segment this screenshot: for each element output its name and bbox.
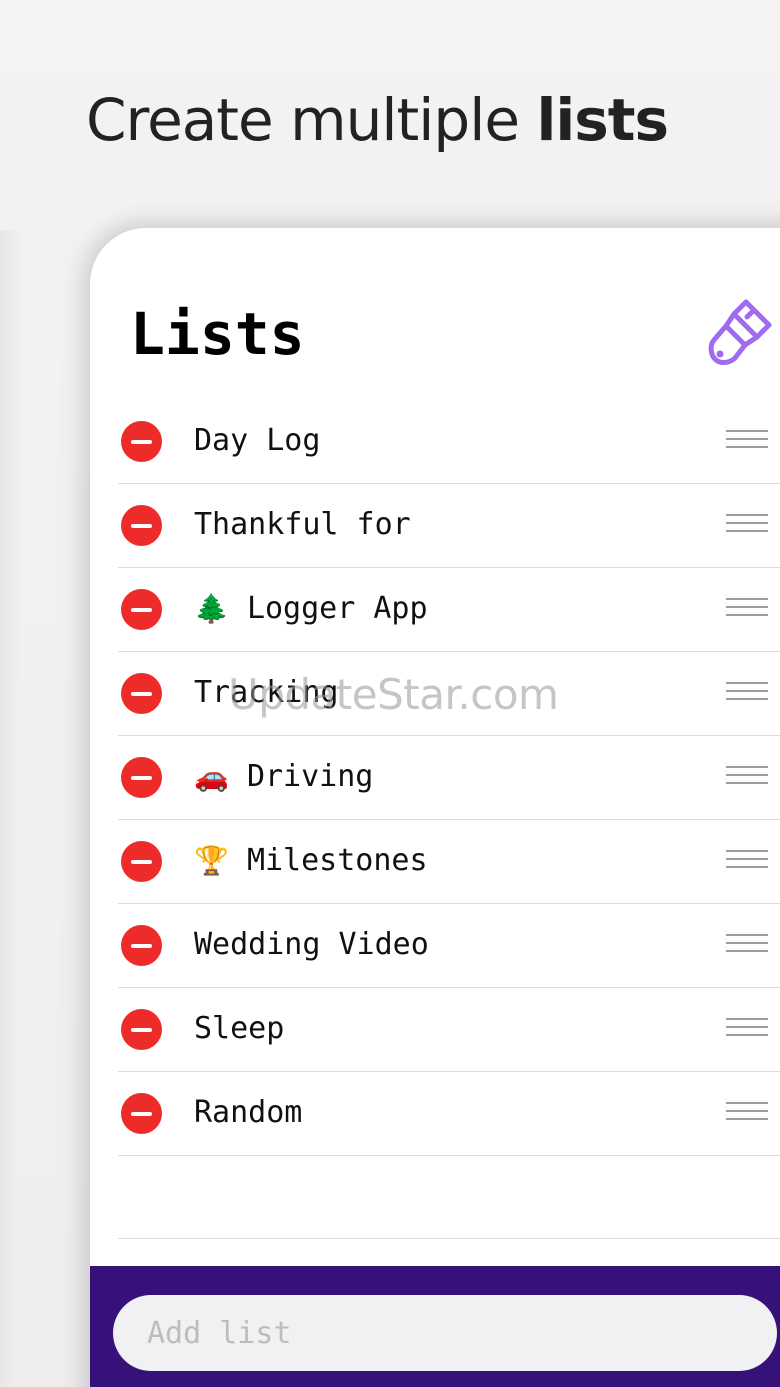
delete-minus-icon[interactable] — [121, 1009, 162, 1050]
list-item-label: 🌲 Logger App — [194, 591, 428, 626]
drag-handle-icon[interactable] — [726, 850, 768, 872]
marketing-headline: Create multiple lists — [86, 86, 669, 154]
list-item[interactable]: Sleep — [118, 988, 780, 1072]
delete-minus-icon[interactable] — [121, 505, 162, 546]
background-device-edge — [0, 230, 20, 1387]
drag-handle-icon[interactable] — [726, 682, 768, 704]
headline-regular: Create multiple — [86, 86, 537, 154]
list-item[interactable]: 🌲 Logger App — [118, 568, 780, 652]
drag-handle-icon[interactable] — [726, 934, 768, 956]
watermark-text: UpdateStar.com — [228, 670, 559, 719]
delete-minus-icon[interactable] — [121, 757, 162, 798]
list-item[interactable]: 🚗 Driving — [118, 736, 780, 820]
list-item[interactable]: Thankful for — [118, 484, 780, 568]
screenshot-page: Create multiple lists Lists Day Log Than… — [0, 0, 780, 1387]
drag-handle-icon[interactable] — [726, 598, 768, 620]
delete-minus-icon[interactable] — [121, 925, 162, 966]
list-item-label: 🏆 Milestones — [194, 843, 428, 878]
trophy-emoji-icon: 🏆 — [194, 844, 229, 877]
phone-screen: Lists Day Log Thankful for 🌲 Logger App … — [90, 228, 780, 1387]
list-item-label: 🚗 Driving — [194, 759, 374, 794]
drag-handle-icon[interactable] — [726, 1102, 768, 1124]
list-item[interactable]: 🏆 Milestones — [118, 820, 780, 904]
add-list-input[interactable] — [113, 1295, 777, 1371]
list-item-label: Random — [194, 1095, 303, 1130]
lists-list: Day Log Thankful for 🌲 Logger App Tracki… — [118, 400, 780, 1239]
list-item-label: Thankful for — [194, 507, 411, 542]
delete-minus-icon[interactable] — [121, 673, 162, 714]
empty-list-row — [118, 1156, 780, 1239]
list-item[interactable]: Random — [118, 1072, 780, 1156]
delete-minus-icon[interactable] — [121, 1093, 162, 1134]
delete-minus-icon[interactable] — [121, 589, 162, 630]
list-item-label: Wedding Video — [194, 927, 429, 962]
drag-handle-icon[interactable] — [726, 430, 768, 452]
paint-brush-icon[interactable] — [706, 296, 774, 368]
drag-handle-icon[interactable] — [726, 766, 768, 788]
car-emoji-icon: 🚗 — [194, 760, 229, 793]
tree-emoji-icon: 🌲 — [194, 592, 229, 625]
list-item[interactable]: Wedding Video — [118, 904, 780, 988]
delete-minus-icon[interactable] — [121, 421, 162, 462]
bottom-input-bar — [90, 1266, 780, 1387]
headline-bold: lists — [536, 86, 669, 154]
list-item-label: Day Log — [194, 423, 321, 458]
list-item-label: Sleep — [194, 1011, 285, 1046]
delete-minus-icon[interactable] — [121, 841, 162, 882]
drag-handle-icon[interactable] — [726, 1018, 768, 1040]
page-title: Lists — [130, 300, 305, 368]
drag-handle-icon[interactable] — [726, 514, 768, 536]
list-item[interactable]: Day Log — [118, 400, 780, 484]
